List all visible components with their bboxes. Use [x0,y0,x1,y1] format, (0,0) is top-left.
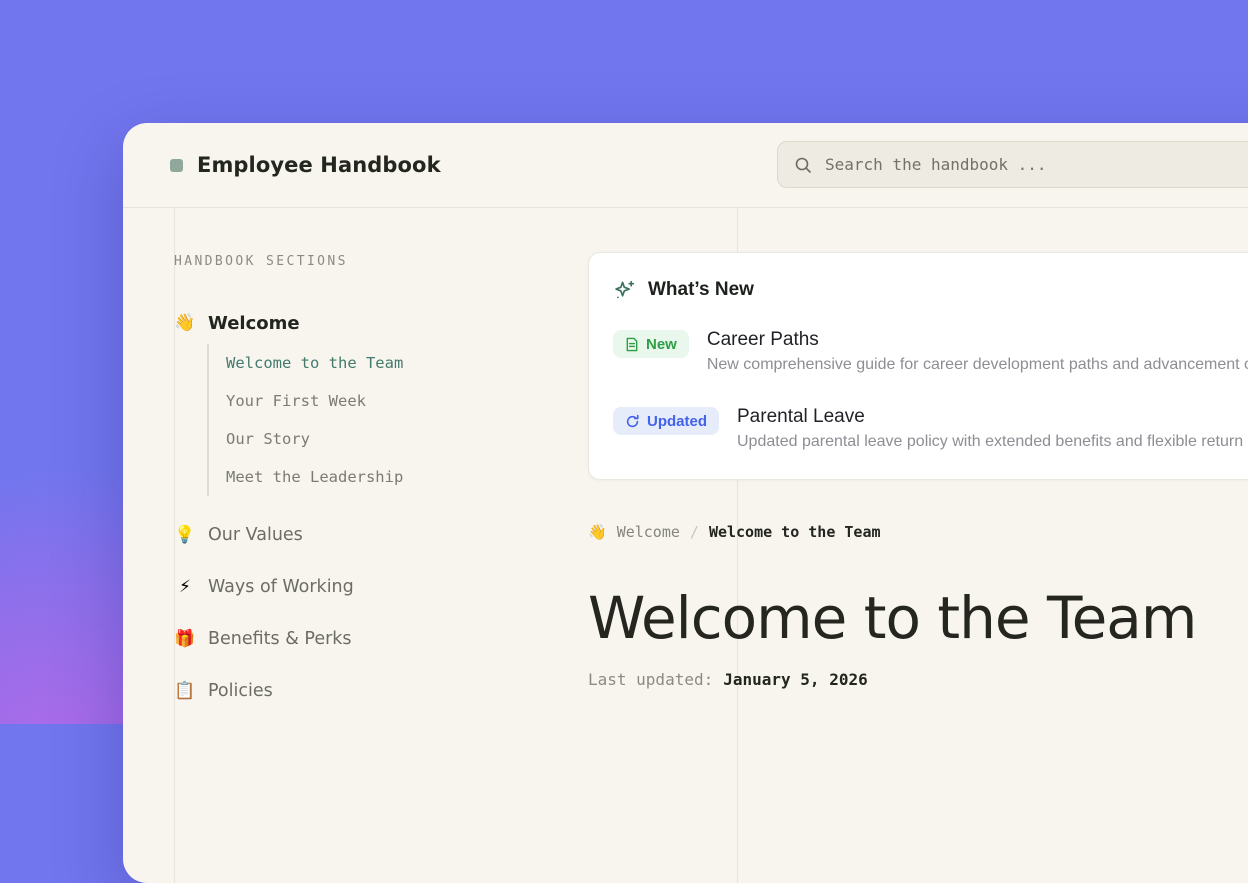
news-title: Parental Leave [737,406,1248,428]
main-content: What’s New New Career Paths New comprehe… [588,208,1248,689]
wave-emoji-icon: 👋 [588,523,607,541]
sidebar-item-welcome[interactable]: 👋 Welcome [174,310,574,336]
lightning-emoji-icon: ⚡ [174,577,196,597]
badge-label: New [646,336,677,353]
news-item-career-paths[interactable]: New Career Paths New comprehensive guide… [613,329,1248,374]
breadcrumb-section[interactable]: Welcome [617,523,680,541]
sidebar-item-benefits-perks[interactable]: 🎁 Benefits & Perks [174,626,574,652]
news-description: New comprehensive guide for career devel… [707,356,1248,374]
breadcrumb: 👋 Welcome / Welcome to the Team [588,522,1248,542]
page-title: Welcome to the Team [588,584,1248,652]
last-updated-value: January 5, 2026 [723,670,868,689]
whats-new-header: What’s New [613,279,1248,301]
last-updated: Last updated: January 5, 2026 [588,670,1248,689]
logo-icon [170,159,183,172]
breadcrumb-separator: / [690,523,699,541]
sidebar-item-policies[interactable]: 📋 Policies [174,678,574,704]
sidebar-subitem-your-first-week[interactable]: Your First Week [226,382,574,420]
bulb-emoji-icon: 💡 [174,525,196,545]
sidebar-item-label: Ways of Working [208,577,354,597]
sidebar-subitem-our-story[interactable]: Our Story [226,420,574,458]
app-window: Employee Handbook HANDBOOK SECTIONS 👋 We… [123,123,1248,883]
sidebar-item-ways-of-working[interactable]: ⚡ Ways of Working [174,574,574,600]
search-box[interactable] [777,141,1248,188]
badge-label: Updated [647,413,707,430]
app-header: Employee Handbook [123,123,1248,208]
sidebar-section-label: HANDBOOK SECTIONS [174,254,574,270]
last-updated-label: Last updated: [588,670,713,689]
updated-badge: Updated [613,407,719,435]
app-title: Employee Handbook [197,153,441,177]
refresh-icon [625,414,640,429]
sidebar: HANDBOOK SECTIONS 👋 Welcome Welcome to t… [174,208,574,704]
document-icon [625,337,639,352]
news-text: Parental Leave Updated parental leave po… [737,406,1248,451]
gift-emoji-icon: 🎁 [174,629,196,649]
new-badge: New [613,330,689,358]
search-input[interactable] [825,155,1248,174]
search-icon [794,156,812,174]
sidebar-subitem-meet-the-leadership[interactable]: Meet the Leadership [226,458,574,496]
breadcrumb-current: Welcome to the Team [709,523,881,541]
news-text: Career Paths New comprehensive guide for… [707,329,1248,374]
sidebar-item-label: Welcome [208,313,300,334]
news-title: Career Paths [707,329,1248,351]
sidebar-item-label: Benefits & Perks [208,629,352,649]
sidebar-item-our-values[interactable]: 💡 Our Values [174,522,574,548]
sidebar-item-label: Our Values [208,525,303,545]
sparkle-icon [613,279,636,302]
whats-new-title: What’s New [648,279,754,301]
wave-emoji-icon: 👋 [174,313,196,333]
news-item-parental-leave[interactable]: Updated Parental Leave Updated parental … [613,406,1248,451]
whats-new-card: What’s New New Career Paths New comprehe… [588,252,1248,480]
sidebar-sublist: Welcome to the Team Your First Week Our … [207,344,574,496]
sidebar-item-label: Policies [208,681,273,701]
news-description: Updated parental leave policy with exten… [737,433,1248,451]
sidebar-subitem-welcome-to-the-team[interactable]: Welcome to the Team [226,344,574,382]
clipboard-emoji-icon: 📋 [174,681,196,701]
